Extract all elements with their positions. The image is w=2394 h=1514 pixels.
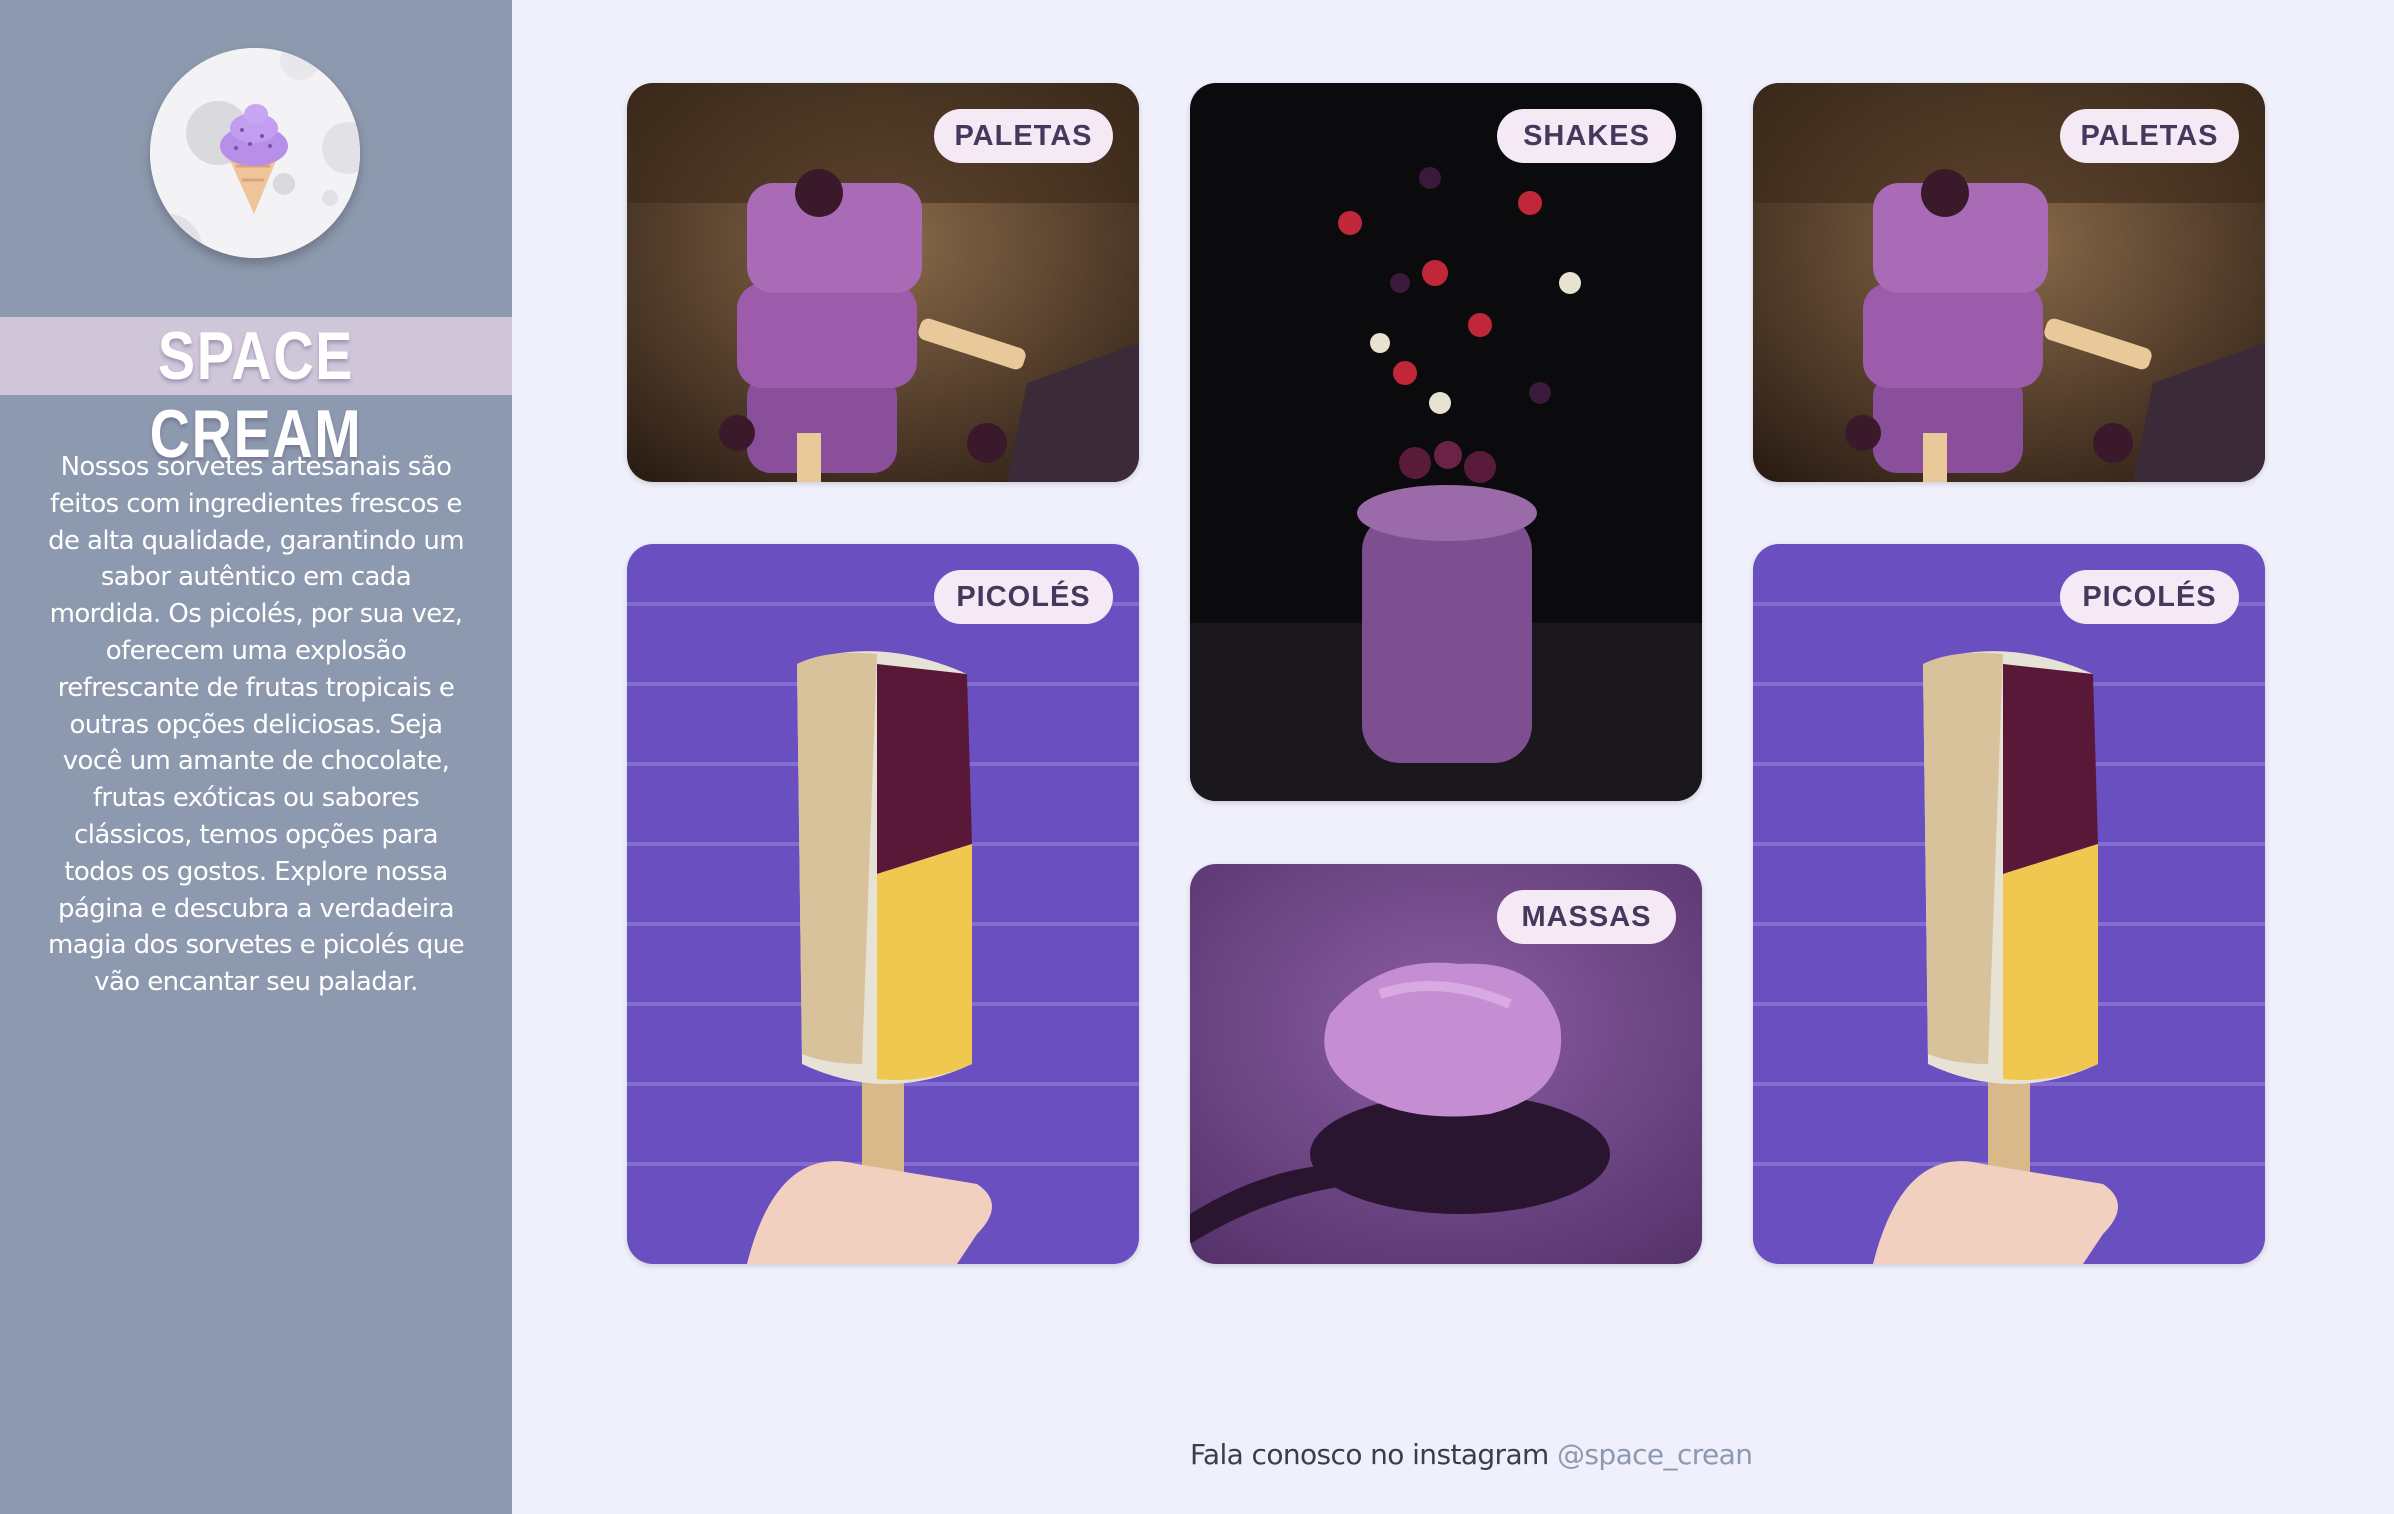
category-tag: SHAKES bbox=[1497, 109, 1676, 163]
brand-banner: SPACE CREAM bbox=[0, 317, 512, 472]
instagram-link[interactable]: @space_crean bbox=[1557, 1438, 1753, 1471]
brand-title: SPACE CREAM bbox=[149, 318, 363, 472]
category-tag: PICOLÉS bbox=[934, 570, 1113, 624]
card-massas[interactable]: MASSAS bbox=[1190, 864, 1702, 1264]
sidebar: SPACE CREAM Nossos sorvetes artesanais s… bbox=[0, 0, 512, 1514]
card-picoles[interactable]: PICOLÉS bbox=[1753, 544, 2265, 1264]
category-tag: PICOLÉS bbox=[2060, 570, 2239, 624]
footer-text: Fala conosco no instagram bbox=[1190, 1438, 1549, 1471]
footer: Fala conosco no instagram @space_crean bbox=[1190, 1438, 1753, 1471]
category-tag: PALETAS bbox=[934, 109, 1113, 163]
ice-cream-cone-icon bbox=[150, 48, 360, 258]
card-picoles[interactable]: PICOLÉS bbox=[627, 544, 1139, 1264]
brand-description: Nossos sorvetes artesanais são feitos co… bbox=[48, 452, 465, 998]
category-tag: MASSAS bbox=[1497, 890, 1676, 944]
picoles-photo bbox=[627, 544, 1139, 1264]
card-shakes[interactable]: SHAKES bbox=[1190, 83, 1702, 801]
category-tag: PALETAS bbox=[2060, 109, 2239, 163]
card-paletas[interactable]: PALETAS bbox=[1753, 83, 2265, 482]
logo[interactable] bbox=[150, 48, 360, 258]
picoles-photo bbox=[1753, 544, 2265, 1264]
card-paletas[interactable]: PALETAS bbox=[627, 83, 1139, 482]
shakes-photo bbox=[1190, 83, 1702, 801]
